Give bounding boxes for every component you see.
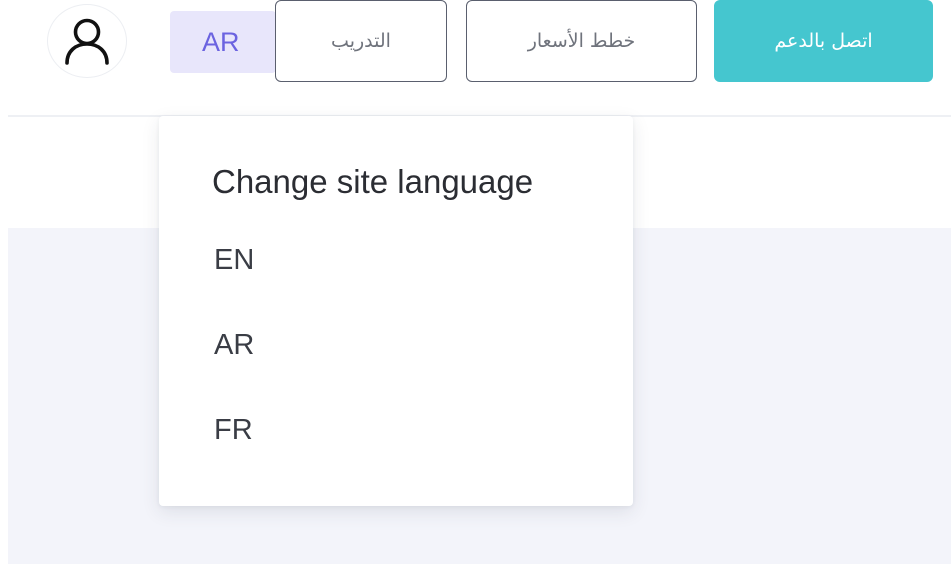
training-button-label: التدريب xyxy=(331,30,391,52)
language-option-ar[interactable]: AR xyxy=(214,329,254,362)
language-dropdown-menu: Change site language EN AR FR xyxy=(159,116,633,506)
user-avatar-button[interactable] xyxy=(48,5,126,77)
language-option-en[interactable]: EN xyxy=(214,244,254,277)
contact-support-button-label: اتصل بالدعم xyxy=(774,30,873,52)
top-navbar: AR التدريب خطط الأسعار اتصل بالدعم xyxy=(0,0,951,116)
training-button[interactable]: التدريب xyxy=(275,0,447,82)
language-menu-title: Change site language xyxy=(212,163,534,200)
language-switcher-button[interactable]: AR xyxy=(170,11,276,73)
page: AR التدريب خطط الأسعار اتصل بالدعم Chang… xyxy=(0,0,951,564)
user-icon xyxy=(61,15,113,67)
pricing-plans-button-label: خطط الأسعار xyxy=(527,30,636,52)
contact-support-button[interactable]: اتصل بالدعم xyxy=(714,0,933,82)
language-switcher-label: AR xyxy=(202,26,240,57)
pricing-plans-button[interactable]: خطط الأسعار xyxy=(466,0,697,82)
language-option-fr[interactable]: FR xyxy=(214,414,253,447)
